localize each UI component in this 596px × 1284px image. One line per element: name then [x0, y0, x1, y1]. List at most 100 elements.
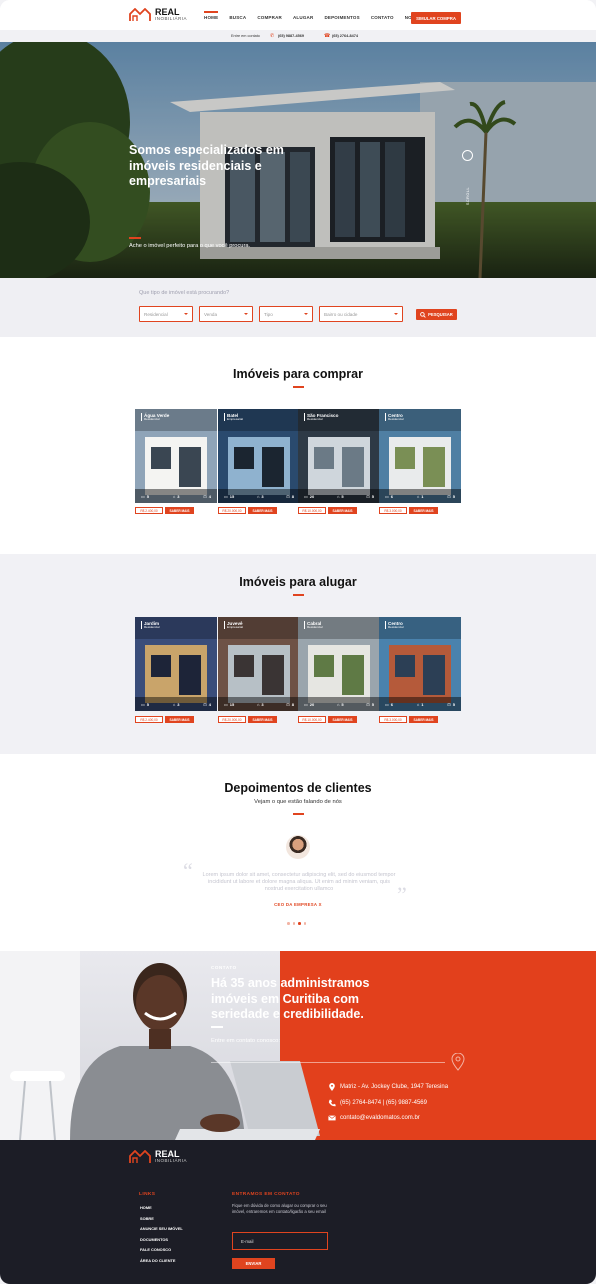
nav-contato[interactable]: CONTATO [371, 15, 394, 20]
carousel-dot[interactable] [292, 922, 295, 925]
bedrooms-count: ▭ 6 [385, 702, 394, 707]
property-photo [298, 617, 380, 711]
property-price: R$ 3.000,00 [379, 507, 407, 514]
saber-mais-button[interactable]: SABER MAIS [248, 507, 277, 514]
hero-subtitle: Ache o imóvel perfeito para o que você p… [129, 243, 251, 249]
rent-card[interactable]: Centro Residencial ▭ 6 ⌂ 1 ⊡ 5 [379, 617, 461, 711]
type-select[interactable]: Tipo [259, 306, 313, 322]
property-features: ▭ 6 ⌂ 1 ⊡ 5 [385, 702, 455, 707]
carousel-dot[interactable] [303, 922, 306, 925]
bed-icon: ▭ [304, 494, 308, 499]
parking-count: ⊡ 4 [203, 494, 211, 499]
phone-number[interactable]: (65) 2764-8474 [332, 34, 358, 38]
bedrooms-count: ▭ 5 [141, 702, 150, 707]
footer-links-title: LINKS [139, 1192, 156, 1197]
rent-card[interactable]: Juvevê Empresarial ▭ 15 ⌂ 3 ⊡ 8 [218, 617, 300, 711]
saber-mais-button[interactable]: SABER MAIS [409, 716, 438, 723]
property-type: Empresarial [227, 417, 244, 422]
search-label: Que tipo de imóvel está procurando? [139, 290, 230, 296]
footer-newsletter-text: Fique em dúvida de como alugar ou compra… [232, 1203, 327, 1214]
property-type: Residencial [144, 417, 160, 422]
saber-mais-button[interactable]: SABER MAIS [248, 716, 277, 723]
contact-phones-text: (65) 2764-8474 | (65) 9887-4569 [340, 1100, 427, 1106]
contact-email[interactable]: contato@evaldomatos.com.br [328, 1114, 420, 1122]
bathrooms-count: ⌂ 3 [256, 494, 264, 499]
contact-address: Matriz - Av. Jockey Clube, 1947 Teresina [328, 1083, 448, 1091]
header: REAL INOBILIÁRIA HOME BUSCA COMPRAR ALUG… [0, 0, 596, 30]
bed-icon: ▭ [141, 702, 145, 707]
saber-mais-button[interactable]: SABER MAIS [328, 716, 357, 723]
simulate-button[interactable]: SIMULAR COMPRA [411, 12, 461, 24]
carousel-dot-active[interactable] [298, 922, 301, 925]
bathrooms-count: ⌂ 3 [172, 702, 180, 707]
phone-icon: ☎ [324, 33, 331, 39]
bath-icon: ⌂ [416, 494, 420, 499]
property-type: Residencial [388, 417, 404, 422]
parking-count: ⊡ 5 [447, 702, 455, 707]
buy-card[interactable]: Água Verde Residencial ▭ 5 ⌂ 3 ⊡ 4 [135, 409, 217, 503]
contact-phones[interactable]: (65) 2764-8474 | (65) 9887-4569 [328, 1099, 427, 1107]
location-select[interactable]: Bairro ou cidade [319, 306, 403, 322]
rent-card[interactable]: Jardim Residencial ▭ 5 ⌂ 3 ⊡ 4 [135, 617, 217, 711]
carousel-dot[interactable] [287, 922, 290, 925]
parking-count: ⊡ 8 [286, 702, 294, 707]
buy-card[interactable]: Batel Empresarial ▭ 15 ⌂ 3 ⊡ 8 [218, 409, 300, 503]
property-photo [379, 409, 461, 503]
bath-icon: ⌂ [336, 702, 340, 707]
scroll-label: SCROLL [466, 186, 471, 206]
footer-newsletter-title: ENTRAMOS EM CONTATO [232, 1192, 300, 1197]
bath-icon: ⌂ [172, 494, 176, 499]
car-icon: ⊡ [203, 494, 207, 499]
property-location: São Francisco Residencial [304, 413, 338, 422]
footer-link-fale[interactable]: FALE CONOSCO [140, 1247, 183, 1252]
property-location: Juvevê Empresarial [224, 621, 243, 630]
property-location: Centro Residencial [385, 621, 404, 630]
nav-alugar[interactable]: ALUGAR [293, 15, 313, 20]
send-button[interactable]: ENVIAR [232, 1258, 275, 1269]
saber-mais-button[interactable]: SABER MAIS [165, 716, 194, 723]
bedrooms-count: ▭ 20 [304, 702, 315, 707]
car-icon: ⊡ [366, 702, 370, 707]
nav-home[interactable]: HOME [204, 11, 219, 20]
property-price: R$ 10.000,00 [298, 716, 326, 723]
nav-comprar[interactable]: COMPRAR [257, 15, 282, 20]
footer-link-area[interactable]: ÁREA DO CLIENTE [140, 1258, 183, 1263]
footer-link-documentos[interactable]: DOCUMENTOS [140, 1237, 183, 1242]
whatsapp-number[interactable]: (65) 9887-4569 [278, 34, 304, 38]
bedrooms-count: ▭ 6 [385, 494, 394, 499]
saber-mais-button[interactable]: SABER MAIS [165, 507, 194, 514]
bath-icon: ⌂ [416, 702, 420, 707]
property-features: ▭ 20 ⌂ 5 ⊡ 5 [304, 494, 374, 499]
car-icon: ⊡ [286, 494, 290, 499]
footer-link-home[interactable]: HOME [140, 1205, 183, 1210]
rent-card[interactable]: Cabral Residencial ▭ 20 ⌂ 5 ⊡ 5 [298, 617, 380, 711]
transaction-select[interactable]: Venda [199, 306, 253, 322]
car-icon: ⊡ [447, 702, 451, 707]
category-select[interactable]: Residencial [139, 306, 193, 322]
price-row: R$ 10.000,00 SABER MAIS [298, 507, 357, 514]
saber-mais-button[interactable]: SABER MAIS [328, 507, 357, 514]
logo[interactable]: REAL INOBILIÁRIA [129, 8, 187, 22]
email-field[interactable]: E-mail [232, 1232, 328, 1250]
nav-busca[interactable]: BUSCA [229, 15, 246, 20]
buy-card[interactable]: São Francisco Residencial ▭ 20 ⌂ 5 ⊡ 5 [298, 409, 380, 503]
car-icon: ⊡ [203, 702, 207, 707]
property-features: ▭ 5 ⌂ 3 ⊡ 4 [141, 702, 211, 707]
footer-logo[interactable]: REAL INOBILIÁRIA [129, 1150, 187, 1164]
property-location: Água Verde Residencial [141, 413, 169, 422]
scroll-icon[interactable] [462, 150, 473, 161]
footer-link-sobre[interactable]: SOBRE [140, 1216, 183, 1221]
chevron-down-icon [394, 313, 398, 315]
property-features: ▭ 15 ⌂ 3 ⊡ 8 [224, 494, 294, 499]
search-button[interactable]: PESQUISAR [416, 309, 457, 320]
bedrooms-count: ▭ 15 [224, 494, 235, 499]
property-photo [218, 617, 300, 711]
saber-mais-button[interactable]: SABER MAIS [409, 507, 438, 514]
contact-accent-line [211, 1026, 223, 1028]
search-button-label: PESQUISAR [428, 312, 453, 317]
buy-card[interactable]: Centro Residencial ▭ 6 ⌂ 1 ⊡ 5 [379, 409, 461, 503]
nav-depoimentos[interactable]: DEPOIMENTOS [324, 15, 359, 20]
footer-link-anuncie[interactable]: ANUNCIE SEU IMÓVEL [140, 1226, 183, 1231]
bedrooms-count: ▭ 5 [141, 494, 150, 499]
buy-title: Imóveis para comprar [233, 367, 363, 381]
